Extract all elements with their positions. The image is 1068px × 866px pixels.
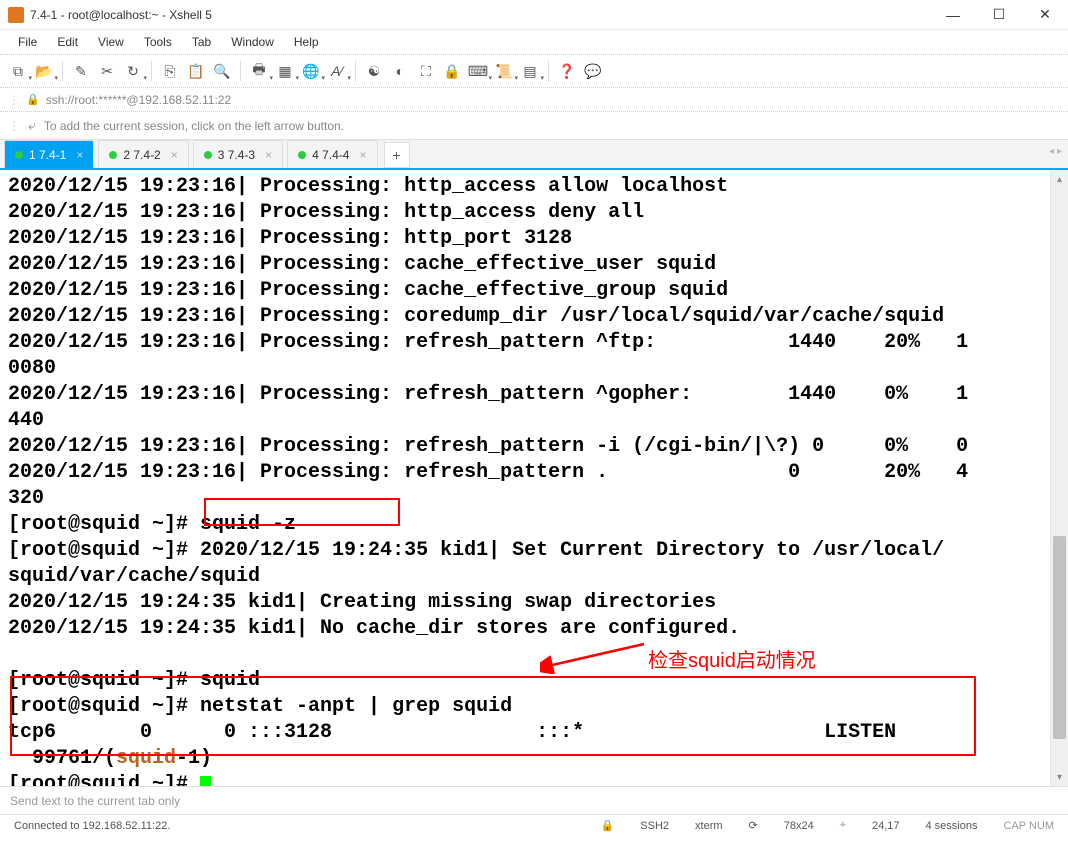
scroll-down-icon[interactable]: ▾ bbox=[1051, 768, 1068, 786]
toolbar: ⧉ 📂 ✎ ✂ ↻ ⎘ 📋 🔍 🖶 ▦ 🌐 A⁄ ☯ ◐ ⛶ 🔒 ⌨ 📜 ▤ ❓… bbox=[0, 54, 1068, 88]
find-icon[interactable]: 🔍 bbox=[210, 59, 234, 83]
grip-icon: ⋮ bbox=[8, 93, 20, 107]
minimize-button[interactable]: — bbox=[930, 0, 976, 30]
menu-window[interactable]: Window bbox=[221, 33, 284, 51]
annotation-arrow-icon bbox=[540, 638, 650, 674]
tunnel-icon[interactable]: ◐ bbox=[388, 59, 412, 83]
vertical-scrollbar[interactable]: ▴ ▾ bbox=[1050, 170, 1068, 786]
address-bar: ⋮ 🔒 ssh://root:******@192.168.52.11:22 bbox=[0, 88, 1068, 112]
new-session-icon[interactable]: ⧉ bbox=[6, 59, 30, 83]
left-arrow-icon[interactable]: ⤶ bbox=[28, 117, 36, 134]
session-tab-2[interactable]: 2 7.4-2 × bbox=[98, 140, 188, 168]
print-icon[interactable]: 🖶 bbox=[247, 59, 271, 83]
paste-icon[interactable]: 📋 bbox=[184, 59, 208, 83]
input-placeholder: Send text to the current tab only bbox=[10, 794, 180, 808]
menu-view[interactable]: View bbox=[88, 33, 134, 51]
font-icon[interactable]: A⁄ bbox=[325, 59, 349, 83]
close-button[interactable]: ✕ bbox=[1022, 0, 1068, 30]
reconnect-icon[interactable]: ↻ bbox=[121, 59, 145, 83]
session-tab-4[interactable]: 4 7.4-4 × bbox=[287, 140, 377, 168]
tabs-scroll-hint-icon: ◂ ▸ bbox=[1049, 146, 1062, 157]
tab-close-icon[interactable]: × bbox=[171, 148, 178, 162]
scroll-up-icon[interactable]: ▴ bbox=[1051, 170, 1068, 188]
chat-icon[interactable]: 💬 bbox=[581, 59, 605, 83]
tab-label: 1 7.4-1 bbox=[29, 148, 66, 162]
status-term: xterm bbox=[691, 820, 727, 832]
session-tab-1[interactable]: 1 7.4-1 × bbox=[4, 140, 94, 168]
status-connection: Connected to 192.168.52.11:22. bbox=[10, 820, 174, 832]
tab-label: 2 7.4-2 bbox=[123, 148, 160, 162]
status-cursor-icon: ⌖ bbox=[836, 819, 850, 832]
window-title: 7.4-1 - root@localhost:~ - Xshell 5 bbox=[30, 8, 930, 22]
terminal-area: 2020/12/15 19:23:16| Processing: http_ac… bbox=[0, 170, 1068, 786]
menu-help[interactable]: Help bbox=[284, 33, 329, 51]
transfer-icon[interactable]: 🌐 bbox=[299, 59, 323, 83]
status-protocol-icon: 🔒 bbox=[597, 819, 619, 832]
copy-icon[interactable]: ⎘ bbox=[158, 59, 182, 83]
layout-icon[interactable]: ▤ bbox=[518, 59, 542, 83]
script-icon[interactable]: 📜 bbox=[492, 59, 516, 83]
hint-text: To add the current session, click on the… bbox=[44, 119, 344, 133]
maximize-button[interactable]: ☐ bbox=[976, 0, 1022, 30]
tab-close-icon[interactable]: × bbox=[76, 148, 83, 162]
scrollbar-thumb[interactable] bbox=[1053, 536, 1066, 739]
hint-bar: ⋮ ⤶ To add the current session, click on… bbox=[0, 112, 1068, 140]
status-size-icon: ⟳ bbox=[745, 819, 762, 832]
tab-close-icon[interactable]: × bbox=[359, 148, 366, 162]
address-text[interactable]: ssh://root:******@192.168.52.11:22 bbox=[46, 93, 231, 107]
help-icon[interactable]: ❓ bbox=[555, 59, 579, 83]
status-caps: CAP NUM bbox=[999, 820, 1058, 832]
grip-icon: ⋮ bbox=[8, 119, 20, 133]
tab-strip: 1 7.4-1 × 2 7.4-2 × 3 7.4-3 × 4 7.4-4 × … bbox=[0, 140, 1068, 170]
status-protocol: SSH2 bbox=[636, 820, 673, 832]
status-dot-icon bbox=[298, 151, 306, 159]
annotation-box-small bbox=[204, 498, 400, 526]
lock-icon[interactable]: 🔒 bbox=[440, 59, 464, 83]
tab-label: 3 7.4-3 bbox=[218, 148, 255, 162]
status-dot-icon bbox=[109, 151, 117, 159]
tab-close-icon[interactable]: × bbox=[265, 148, 272, 162]
send-input-bar[interactable]: Send text to the current tab only bbox=[0, 786, 1068, 814]
open-icon[interactable]: 📂 bbox=[32, 59, 56, 83]
status-dot-icon bbox=[204, 151, 212, 159]
fullscreen-icon[interactable]: ⛶ bbox=[414, 59, 438, 83]
menu-edit[interactable]: Edit bbox=[47, 33, 88, 51]
properties-icon[interactable]: ▦ bbox=[273, 59, 297, 83]
status-sessions: 4 sessions bbox=[921, 820, 981, 832]
status-bar: Connected to 192.168.52.11:22. 🔒 SSH2 xt… bbox=[0, 814, 1068, 836]
keyboard-icon[interactable]: ⌨ bbox=[466, 59, 490, 83]
disconnect-icon[interactable]: ✂ bbox=[95, 59, 119, 83]
menu-tools[interactable]: Tools bbox=[134, 33, 182, 51]
annotation-text: 检查squid启动情况 bbox=[648, 644, 816, 673]
ftp-icon[interactable]: ☯ bbox=[362, 59, 386, 83]
protocol-lock-icon: 🔒 bbox=[26, 93, 40, 106]
add-tab-button[interactable]: + bbox=[384, 142, 410, 168]
status-size: 78x24 bbox=[780, 820, 818, 832]
connect-icon[interactable]: ✎ bbox=[69, 59, 93, 83]
annotation-box-large bbox=[10, 676, 976, 756]
menu-file[interactable]: File bbox=[8, 33, 47, 51]
status-cursor: 24,17 bbox=[868, 820, 904, 832]
tab-label: 4 7.4-4 bbox=[312, 148, 349, 162]
app-icon bbox=[8, 7, 24, 23]
status-dot-icon bbox=[15, 151, 23, 159]
window-controls: — ☐ ✕ bbox=[930, 0, 1068, 30]
session-tab-3[interactable]: 3 7.4-3 × bbox=[193, 140, 283, 168]
menu-bar: File Edit View Tools Tab Window Help bbox=[0, 30, 1068, 54]
menu-tab[interactable]: Tab bbox=[182, 33, 221, 51]
title-bar: 7.4-1 - root@localhost:~ - Xshell 5 — ☐ … bbox=[0, 0, 1068, 30]
